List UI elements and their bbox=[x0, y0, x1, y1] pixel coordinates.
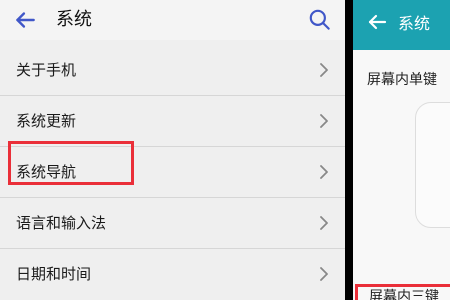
menu-item-date-time[interactable]: 日期和时间 bbox=[0, 249, 345, 299]
menu-item-label: 系统导航 bbox=[16, 163, 77, 181]
right-header: 系统 bbox=[353, 0, 450, 50]
screen-three-key-option[interactable]: 屏幕内三键 bbox=[369, 288, 439, 300]
chevron-right-icon bbox=[320, 114, 328, 128]
menu-item-system-update[interactable]: 系统更新 bbox=[0, 96, 345, 147]
screenshot-frame: 系统 关于手机 系统更新 系统导航 语言和输入法 日期和时间 系统 屏幕内单键 … bbox=[0, 0, 450, 300]
screen-single-key-option[interactable]: 屏幕内单键 bbox=[367, 66, 437, 94]
menu-item-label: 关于手机 bbox=[16, 61, 77, 79]
menu-item-language-input[interactable]: 语言和输入法 bbox=[0, 198, 345, 249]
page-title: 系统 bbox=[398, 14, 431, 33]
left-panel: 系统 关于手机 系统更新 系统导航 语言和输入法 日期和时间 bbox=[0, 0, 345, 300]
phone-illustration bbox=[415, 102, 450, 228]
arrow-left-icon[interactable] bbox=[365, 10, 389, 34]
chevron-right-icon bbox=[320, 267, 328, 281]
chevron-right-icon bbox=[320, 165, 328, 179]
settings-menu: 关于手机 系统更新 系统导航 语言和输入法 日期和时间 bbox=[0, 45, 345, 299]
menu-item-label: 系统更新 bbox=[16, 112, 77, 130]
page-title: 系统 bbox=[56, 9, 92, 30]
menu-item-about-phone[interactable]: 关于手机 bbox=[0, 45, 345, 96]
chevron-right-icon bbox=[320, 216, 328, 230]
menu-item-system-navigation[interactable]: 系统导航 bbox=[0, 147, 345, 198]
search-icon[interactable] bbox=[307, 6, 333, 34]
chevron-right-icon bbox=[320, 63, 328, 77]
arrow-left-icon[interactable] bbox=[12, 7, 38, 33]
right-panel: 系统 屏幕内单键 屏幕内三键 bbox=[353, 0, 450, 300]
menu-item-label: 日期和时间 bbox=[16, 265, 92, 283]
left-header: 系统 bbox=[0, 0, 345, 40]
menu-item-label: 语言和输入法 bbox=[16, 214, 107, 232]
panel-divider bbox=[345, 0, 353, 300]
